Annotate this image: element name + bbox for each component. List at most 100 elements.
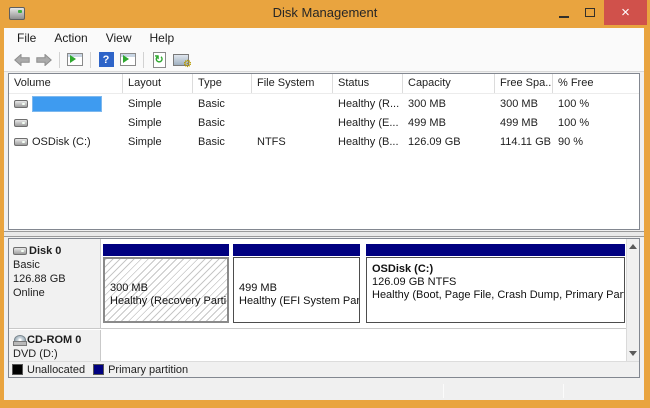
volume-drive-icon [14,119,28,127]
cell-free-space: 300 MB [495,98,553,110]
cdrom-label-panel[interactable]: CD-ROM 0 DVD (D:) [9,330,101,362]
scroll-up-button[interactable] [627,240,639,253]
cell-type: Basic [193,136,252,148]
partition-efi[interactable]: 499 MB Healthy (EFI System Partit [233,244,360,324]
maximize-button[interactable] [578,0,602,25]
toolbar-separator [59,52,60,68]
minimize-button[interactable] [552,0,576,25]
show-action-pane-button[interactable] [117,50,139,70]
menu-view[interactable]: View [97,28,141,48]
partition-body: 499 MB Healthy (EFI System Partit [233,257,360,323]
partition-size: 300 MB [110,282,223,295]
status-bar [8,382,640,400]
forward-button[interactable] [33,50,55,70]
minimize-icon [559,16,569,18]
cell-file-system: NTFS [252,136,333,148]
disk0-kind: Basic [13,258,97,272]
scroll-down-icon [629,351,637,356]
column-header-pct-free[interactable]: % Free [553,74,639,93]
volume-name-cell [9,96,123,112]
cell-status: Healthy (B... [333,136,403,148]
back-button[interactable] [11,50,33,70]
vertical-scrollbar[interactable] [626,239,639,361]
disk0-size: 126.88 GB [13,272,97,286]
cell-status: Healthy (E... [333,117,403,129]
partition-title: OSDisk (C:) [372,263,620,276]
volume-drive-icon [14,100,28,108]
table-row[interactable]: Simple Basic Healthy (R... 300 MB 300 MB… [9,94,639,113]
table-row[interactable]: Simple Basic Healthy (E... 499 MB 499 MB… [9,113,639,132]
legend-unallocated-label: Unallocated [27,364,85,376]
partition-osdisk[interactable]: OSDisk (C:) 126.09 GB NTFS Healthy (Boot… [366,244,625,324]
cell-layout: Simple [123,136,193,148]
toolbar-separator [90,52,91,68]
menu-file[interactable]: File [8,28,45,48]
toolbar: ? ↻ [4,48,644,72]
statusbar-divider [563,384,564,398]
partition-color-bar [233,244,360,256]
menu-action[interactable]: Action [45,28,96,48]
disk0-name: Disk 0 [29,244,61,258]
column-header-type[interactable]: Type [193,74,252,93]
forward-icon [36,54,52,66]
refresh-icon: ↻ [153,52,166,68]
volume-list-header: Volume Layout Type File System Status Ca… [9,74,639,94]
cdrom-icon [13,335,26,346]
legend-primary-swatch [93,364,104,375]
partition-color-bar [366,244,625,256]
legend-unallocated-swatch [12,364,23,375]
scroll-down-button[interactable] [627,347,639,360]
cell-status: Healthy (R... [333,98,403,110]
partition-status: Healthy (EFI System Partit [239,295,355,308]
volume-list: Volume Layout Type File System Status Ca… [8,73,640,230]
column-header-free-space[interactable]: Free Spa... [495,74,553,93]
cdrom-media: DVD (D:) [13,347,97,361]
column-header-layout[interactable]: Layout [123,74,193,93]
cell-layout: Simple [123,117,193,129]
column-header-volume[interactable]: Volume [9,74,123,93]
volume-name-cell [9,119,123,127]
cdrom-row: CD-ROM 0 DVD (D:) [9,330,639,362]
cell-capacity: 300 MB [403,98,495,110]
cell-type: Basic [193,117,252,129]
table-row[interactable]: OSDisk (C:) Simple Basic NTFS Healthy (B… [9,132,639,151]
partition-size: 126.09 GB NTFS [372,276,620,289]
volume-name-cell: OSDisk (C:) [9,136,123,148]
partition-status: Healthy (Recovery Parti [110,295,223,308]
column-header-status[interactable]: Status [333,74,403,93]
column-header-file-system[interactable]: File System [252,74,333,93]
scroll-up-icon [629,244,637,249]
partition-status: Healthy (Boot, Page File, Crash Dump, Pr… [372,289,620,302]
maximize-icon [585,8,595,17]
cell-layout: Simple [123,98,193,110]
selected-volume-name-highlight [32,96,102,112]
cell-pct-free: 90 % [553,136,639,148]
show-console-tree-button[interactable] [64,50,86,70]
help-button[interactable]: ? [95,50,117,70]
disk-icon [13,247,27,255]
cell-capacity: 126.09 GB [403,136,495,148]
partition-recovery[interactable]: 300 MB Healthy (Recovery Parti [103,244,229,324]
titlebar[interactable]: Disk Management × [0,0,650,28]
legend-bar: Unallocated Primary partition [9,361,639,377]
cdrom-name: CD-ROM 0 [27,333,81,347]
cell-free-space: 114.11 GB [495,136,553,148]
disk0-state: Online [13,286,97,300]
pane-splitter[interactable] [4,231,644,237]
column-header-capacity[interactable]: Capacity [403,74,495,93]
cell-type: Basic [193,98,252,110]
refresh-button[interactable]: ↻ [148,50,170,70]
back-icon [14,54,30,66]
cell-pct-free: 100 % [553,117,639,129]
disk0-label-panel[interactable]: Disk 0 Basic 126.88 GB Online [9,239,101,328]
close-button[interactable]: × [604,0,647,25]
menu-help[interactable]: Help [141,28,184,48]
show-console-tree-icon [67,53,83,66]
volume-name: OSDisk (C:) [32,136,91,148]
disk-settings-button[interactable] [170,50,192,70]
partition-body: OSDisk (C:) 126.09 GB NTFS Healthy (Boot… [366,257,625,323]
cell-capacity: 499 MB [403,117,495,129]
show-action-pane-icon [120,53,136,66]
close-icon: × [621,0,630,25]
partition-size: 499 MB [239,282,355,295]
